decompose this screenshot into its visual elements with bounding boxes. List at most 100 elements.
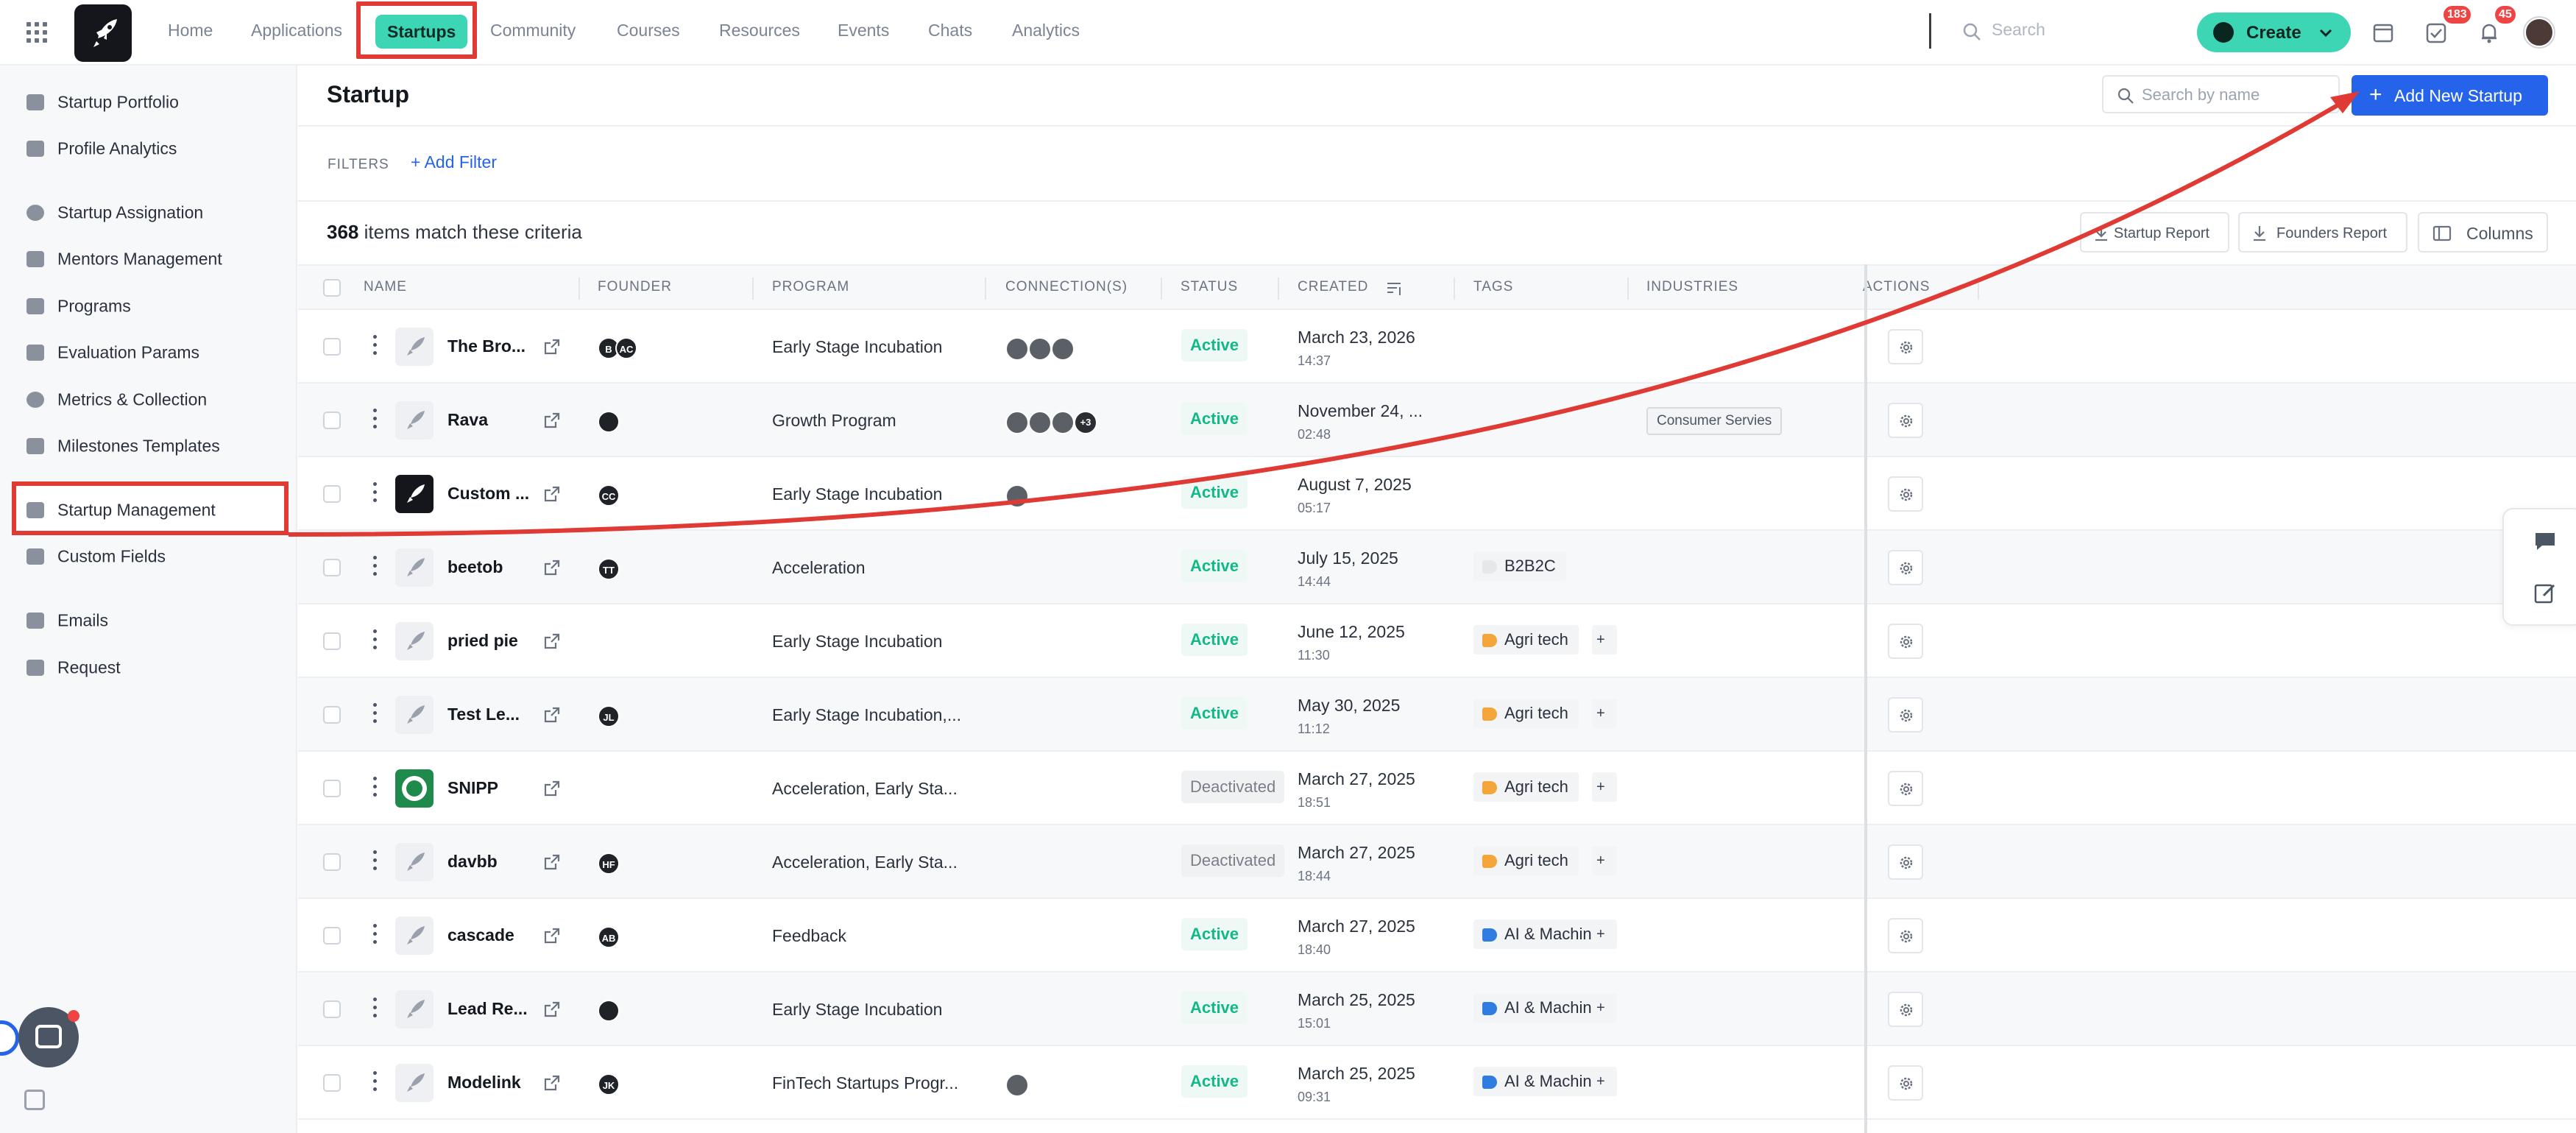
founder-avatar[interactable]: JL xyxy=(598,705,620,727)
settings-button[interactable] xyxy=(1888,918,1923,953)
founder-avatar[interactable]: TT xyxy=(598,558,620,580)
settings-button[interactable] xyxy=(1888,403,1923,438)
column-industries[interactable]: INDUSTRIES xyxy=(1646,279,1738,295)
settings-button[interactable] xyxy=(1888,476,1923,512)
more-options-icon[interactable] xyxy=(373,409,378,432)
sidebar-item-mentors-management[interactable]: Mentors Management xyxy=(26,248,222,269)
connection-avatar[interactable] xyxy=(1005,484,1029,508)
table-row[interactable]: Test Le... JL Early Stage Incubation,... Ac… xyxy=(298,678,2576,752)
startup-name[interactable]: Test Le... xyxy=(447,705,520,724)
comment-icon[interactable] xyxy=(2533,530,2557,552)
table-row[interactable]: davbb HF Acceleration, Early Sta... Deactiv… xyxy=(298,825,2576,899)
connection-avatar[interactable] xyxy=(1028,337,1052,361)
create-button[interactable]: Create xyxy=(2197,13,2351,52)
startup-name[interactable]: Custom ... xyxy=(447,484,529,504)
column-tags[interactable]: TAGS xyxy=(1473,279,1513,295)
sidebar-item-milestones-templates[interactable]: Milestones Templates xyxy=(26,435,220,456)
table-row[interactable]: pried pie Early Stage Incubation Active Jun… xyxy=(298,604,2576,678)
settings-button[interactable] xyxy=(1888,329,1923,364)
startup-name[interactable]: Modelink xyxy=(447,1073,521,1093)
founder-avatar[interactable] xyxy=(598,411,620,433)
row-checkbox[interactable] xyxy=(323,632,341,650)
connection-avatar[interactable] xyxy=(1005,337,1029,361)
sidebar-item-request[interactable]: Request xyxy=(26,657,121,677)
table-row[interactable]: The Bro... B AC Early Stage Incubation Activ… xyxy=(298,310,2576,384)
founder-avatar[interactable]: JK xyxy=(598,1073,620,1095)
table-row[interactable]: SNIPP Acceleration, Early Sta... Deactivat… xyxy=(298,752,2576,825)
nav-resources[interactable]: Resources xyxy=(719,21,800,40)
founder-avatar[interactable]: AB xyxy=(598,926,620,948)
table-row[interactable]: beetob TT Acceleration Active July 15, 2025 1… xyxy=(298,531,2576,604)
startup-name[interactable]: Lead Re... xyxy=(447,999,528,1019)
connection-avatar[interactable] xyxy=(1005,1073,1029,1097)
table-row[interactable]: Custom ... CC Early Stage Incubation Active… xyxy=(298,457,2576,531)
row-checkbox[interactable] xyxy=(323,1074,341,1092)
row-checkbox[interactable] xyxy=(323,706,341,724)
sidebar-item-profile-analytics[interactable]: Profile Analytics xyxy=(26,138,177,158)
more-tags-chip[interactable]: + xyxy=(1592,993,1617,1023)
sidebar-item-custom-fields[interactable]: Custom Fields xyxy=(26,546,166,566)
founder-avatar[interactable] xyxy=(598,1000,620,1022)
tag-chip[interactable]: Agri tech xyxy=(1473,846,1579,875)
column-created[interactable]: CREATED xyxy=(1298,279,1368,295)
tag-chip[interactable]: AI & Machine xyxy=(1473,920,1611,949)
sidebar-item-emails[interactable]: Emails xyxy=(26,610,108,630)
founders-report-button[interactable]: Founders Report xyxy=(2238,212,2407,253)
nav-analytics[interactable]: Analytics xyxy=(1012,21,1080,40)
row-checkbox[interactable] xyxy=(323,853,341,871)
founder-avatar[interactable]: AC xyxy=(615,337,637,359)
nav-community[interactable]: Community xyxy=(490,21,576,40)
founder-avatar[interactable]: CC xyxy=(598,484,620,507)
settings-button[interactable] xyxy=(1888,697,1923,733)
more-tags-chip[interactable]: + xyxy=(1592,920,1617,949)
settings-button[interactable] xyxy=(1888,624,1923,659)
external-link-icon[interactable] xyxy=(542,337,562,356)
apps-grid-icon[interactable] xyxy=(26,22,47,43)
tag-chip[interactable]: Agri tech xyxy=(1473,699,1579,728)
tag-chip[interactable]: AI & Machine xyxy=(1473,993,1611,1023)
external-link-icon[interactable] xyxy=(542,411,562,430)
column-name[interactable]: NAME xyxy=(364,279,407,295)
external-link-icon[interactable] xyxy=(542,926,562,945)
settings-button[interactable] xyxy=(1888,550,1923,585)
external-link-icon[interactable] xyxy=(542,558,562,577)
column-program[interactable]: PROGRAM xyxy=(772,279,849,295)
more-options-icon[interactable] xyxy=(373,777,378,800)
connection-avatar[interactable] xyxy=(1051,411,1075,434)
sidebar-item-startup-management[interactable]: Startup Management xyxy=(26,499,216,520)
row-checkbox[interactable] xyxy=(323,1000,341,1018)
search-by-name-input[interactable] xyxy=(2142,82,2329,107)
sidebar-item-startup-assignation[interactable]: Startup Assignation xyxy=(26,202,203,222)
more-tags-chip[interactable]: + xyxy=(1592,625,1617,654)
startup-name[interactable]: The Bro... xyxy=(447,336,526,356)
row-checkbox[interactable] xyxy=(323,338,341,356)
external-link-icon[interactable] xyxy=(542,853,562,872)
nav-chats[interactable]: Chats xyxy=(928,21,972,40)
add-new-startup-button[interactable]: + Add New Startup xyxy=(2352,75,2548,116)
more-options-icon[interactable] xyxy=(373,482,378,506)
external-link-icon[interactable] xyxy=(542,1073,562,1093)
row-checkbox[interactable] xyxy=(323,485,341,503)
columns-button[interactable]: Columns xyxy=(2418,212,2548,253)
more-tags-chip[interactable]: + xyxy=(1592,846,1617,875)
tag-chip[interactable]: Agri tech xyxy=(1473,772,1579,802)
more-options-icon[interactable] xyxy=(373,1071,378,1095)
more-options-icon[interactable] xyxy=(373,703,378,727)
nav-events[interactable]: Events xyxy=(838,21,889,40)
table-row[interactable]: Modelink JK FinTech Startups Progr... Activ… xyxy=(298,1046,2576,1120)
connection-avatar[interactable] xyxy=(1005,411,1029,434)
more-options-icon[interactable] xyxy=(373,924,378,947)
external-link-icon[interactable] xyxy=(542,705,562,724)
sort-icon[interactable] xyxy=(1386,280,1404,297)
sidebar-item-programs[interactable]: Programs xyxy=(26,295,131,316)
settings-button[interactable] xyxy=(1888,1065,1923,1101)
external-link-icon[interactable] xyxy=(542,484,562,504)
column-connections[interactable]: CONNECTION(S) xyxy=(1005,279,1128,295)
sidebar-item-evaluation-params[interactable]: Evaluation Params xyxy=(26,342,199,362)
startup-name[interactable]: pried pie xyxy=(447,631,518,651)
more-options-icon[interactable] xyxy=(373,629,378,653)
startup-name[interactable]: SNIPP xyxy=(447,778,498,798)
more-options-icon[interactable] xyxy=(373,998,378,1021)
nav-home[interactable]: Home xyxy=(168,21,213,40)
settings-button[interactable] xyxy=(1888,992,1923,1027)
